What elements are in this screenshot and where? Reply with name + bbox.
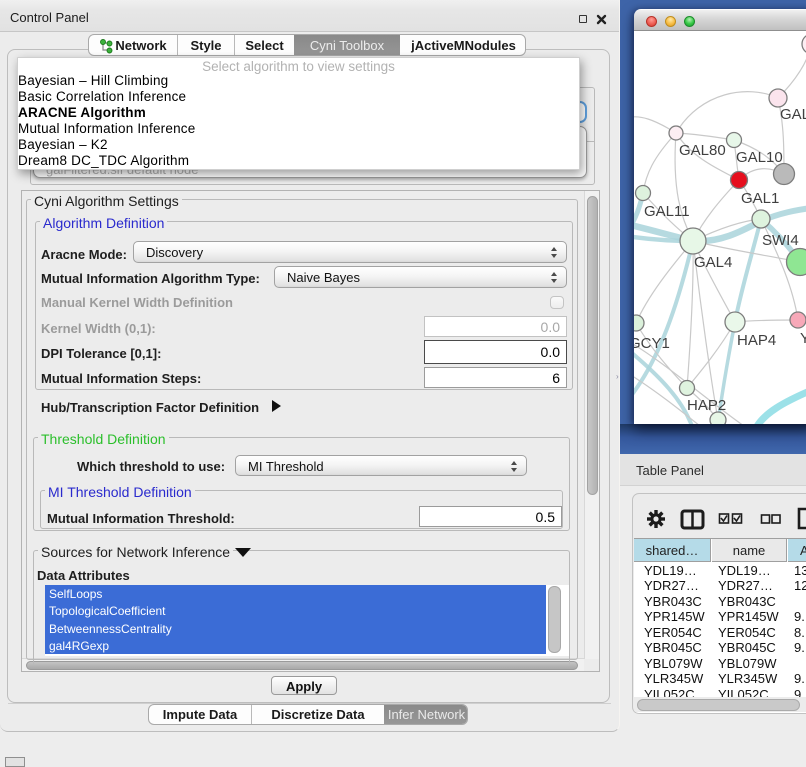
svg-text:GAL11: GAL11 xyxy=(644,203,690,220)
svg-text:GAL7: GAL7 xyxy=(780,106,806,123)
svg-text:GAL1: GAL1 xyxy=(741,190,779,207)
svg-text:SWI4: SWI4 xyxy=(762,232,799,249)
svg-text:GAL4: GAL4 xyxy=(694,254,732,271)
svg-text:HAP2: HAP2 xyxy=(687,397,726,414)
svg-text:GAL80: GAL80 xyxy=(679,142,726,159)
svg-text:YJ: YJ xyxy=(800,330,806,347)
svg-text:GAL10: GAL10 xyxy=(736,149,783,166)
svg-text:HAP4: HAP4 xyxy=(737,332,776,349)
svg-text:GCY1: GCY1 xyxy=(634,335,670,352)
